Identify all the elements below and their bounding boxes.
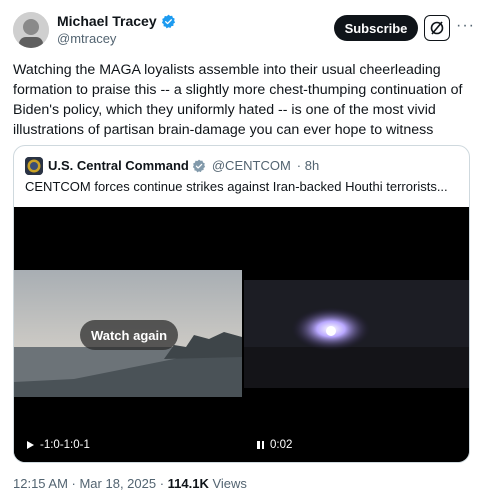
verified-badge-icon bbox=[161, 14, 175, 28]
video-player-2[interactable]: 0:02 bbox=[244, 207, 469, 462]
views-label: Views bbox=[212, 476, 247, 491]
quoted-tweet-age: · 8h bbox=[296, 158, 320, 173]
quoted-author-avatar[interactable] bbox=[25, 157, 43, 175]
quoted-tweet[interactable]: U.S. Central Command @CENTCOM · 8h CENTC… bbox=[13, 145, 470, 463]
author-name-text: Michael Tracey bbox=[57, 13, 157, 29]
verified-badge-icon bbox=[192, 159, 205, 172]
pause-icon[interactable] bbox=[257, 441, 264, 449]
subscribe-button[interactable]: Subscribe bbox=[334, 15, 418, 41]
author-name[interactable]: Michael Tracey bbox=[57, 13, 176, 29]
video-2-time: 0:02 bbox=[270, 439, 293, 451]
video-player-1[interactable]: Watch again -1:0-1:0-1 bbox=[14, 207, 242, 462]
play-icon[interactable] bbox=[27, 441, 34, 449]
views-count: 114.1K bbox=[167, 476, 209, 491]
media-grid: Watch again -1:0-1:0-1 0:02 bbox=[14, 207, 469, 462]
more-icon[interactable]: ··· bbox=[456, 17, 475, 35]
tweet-timestamp[interactable]: 12:15 AM · Mar 18, 2025 · bbox=[13, 476, 168, 491]
author-handle[interactable]: @mtracey bbox=[57, 31, 116, 46]
video-2-controls[interactable]: 0:02 bbox=[257, 439, 292, 451]
video-2-frame bbox=[244, 280, 469, 388]
quoted-author-line: U.S. Central Command @CENTCOM · 8h bbox=[48, 158, 319, 173]
author-avatar[interactable] bbox=[13, 12, 49, 48]
grok-icon bbox=[430, 21, 444, 35]
quoted-author-handle[interactable]: @CENTCOM bbox=[212, 158, 291, 173]
grok-button[interactable] bbox=[424, 15, 450, 41]
watch-again-button[interactable]: Watch again bbox=[80, 320, 178, 350]
video-1-controls[interactable]: -1:0-1:0-1 bbox=[27, 439, 90, 451]
quoted-author-name[interactable]: U.S. Central Command bbox=[48, 158, 189, 173]
tweet-meta: 12:15 AM · Mar 18, 2025 · 114.1K Views bbox=[13, 476, 247, 491]
quoted-tweet-text: CENTCOM forces continue strikes against … bbox=[25, 179, 448, 194]
tweet-text: Watching the MAGA loyalists assemble int… bbox=[13, 62, 463, 138]
video-1-time: -1:0-1:0-1 bbox=[40, 439, 90, 451]
